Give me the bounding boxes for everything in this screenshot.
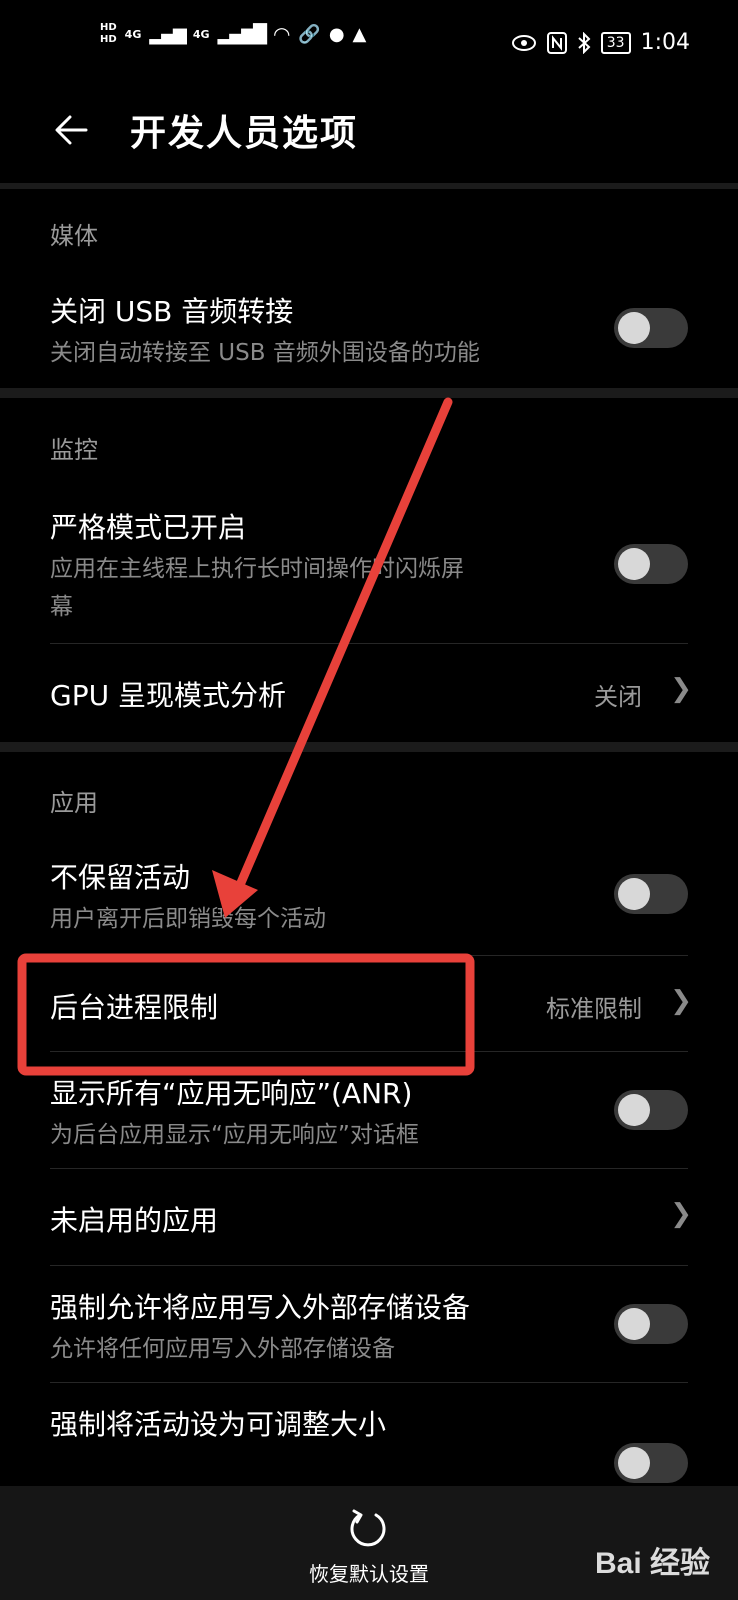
force-external-title: 强制允许将应用写入外部存储设备 — [50, 1291, 471, 1324]
anr-subtitle: 为后台应用显示“应用无响应”对话框 — [50, 1122, 419, 1148]
chevron-right-icon: ❯ — [670, 674, 692, 704]
setting-row-usb-audio[interactable]: 关闭 USB 音频转接 关闭自动转接至 USB 音频外围设备的功能 — [0, 260, 738, 385]
eye-icon — [511, 34, 536, 51]
arrow-left-icon[interactable] — [50, 108, 94, 152]
setting-row-force-external[interactable]: 强制允许将应用写入外部存储设备 允许将任何应用写入外部存储设备 — [0, 1266, 738, 1382]
section-divider — [0, 742, 738, 752]
bg-limit-value: 标准限制 — [546, 995, 642, 1023]
section-divider — [0, 388, 738, 398]
hd-indicator: HD HD — [100, 22, 117, 45]
dont-keep-toggle[interactable] — [614, 874, 688, 914]
baidu-watermark: Bai 经验 — [594, 1547, 710, 1580]
clock: 1:04 — [640, 30, 690, 55]
strict-mode-subtitle: 应用在主线程上执行长时间操作时闪烁屏 — [50, 556, 464, 582]
bluetooth-icon — [578, 31, 591, 54]
dont-keep-subtitle: 用户离开后即销毁每个活动 — [50, 906, 326, 932]
battery-icon: 33 — [600, 31, 631, 54]
setting-row-anr[interactable]: 显示所有“应用无响应”(ANR) 为后台应用显示“应用无响应”对话框 — [0, 1052, 738, 1168]
signal-icon: ▂▄▆ — [149, 23, 187, 45]
status-bar-left: HD HD 4G ▂▄▆ 4G ▂▄▆█ ◠ 🔗 ● ▲ — [100, 22, 366, 46]
setting-row-resizable[interactable]: 强制将活动设为可调整大小 — [0, 1383, 738, 1486]
force-external-subtitle: 允许将任何应用写入外部存储设备 — [50, 1336, 395, 1362]
gpu-title: GPU 呈现模式分析 — [50, 679, 286, 712]
strict-mode-subtitle-cont: 幕 — [50, 594, 73, 620]
status-bar-right: 33 1:04 — [511, 30, 690, 55]
chevron-right-icon: ❯ — [670, 1199, 692, 1229]
network-4g-label-2: 4G — [192, 27, 210, 41]
dont-keep-title: 不保留活动 — [50, 861, 191, 894]
force-external-toggle[interactable] — [614, 1304, 688, 1344]
strict-mode-title: 严格模式已开启 — [50, 511, 247, 544]
refresh-icon[interactable] — [346, 1506, 390, 1550]
usb-audio-subtitle: 关闭自动转接至 USB 音频外围设备的功能 — [50, 340, 480, 366]
wifi-icon: ◠ — [272, 22, 291, 46]
nfc-icon — [546, 31, 567, 54]
wechat-icon: ● — [328, 23, 345, 45]
setting-row-strict-mode[interactable]: 严格模式已开启 应用在主线程上执行长时间操作时闪烁屏 幕 — [0, 490, 738, 640]
usb-audio-toggle[interactable] — [614, 308, 688, 348]
anr-toggle[interactable] — [614, 1090, 688, 1130]
network-4g-label: 4G — [124, 27, 142, 41]
setting-row-bg-limit[interactable]: 后台进程限制 标准限制 ❯ — [0, 956, 738, 1051]
inactive-apps-title: 未启用的应用 — [50, 1204, 219, 1237]
usb-audio-title: 关闭 USB 音频转接 — [50, 295, 294, 328]
gpu-value: 关闭 — [594, 683, 642, 711]
setting-row-dont-keep[interactable]: 不保留活动 用户离开后即销毁每个活动 — [0, 840, 738, 955]
resizable-toggle[interactable] — [614, 1443, 688, 1483]
header-divider — [0, 183, 738, 189]
section-label-media: 媒体 — [50, 222, 98, 250]
setting-row-gpu[interactable]: GPU 呈现模式分析 关闭 ❯ — [0, 644, 738, 739]
qq-icon: ▲ — [352, 23, 367, 45]
chevron-right-icon: ❯ — [670, 986, 692, 1016]
resizable-title: 强制将活动设为可调整大小 — [50, 1408, 387, 1441]
link-icon: 🔗 — [298, 23, 321, 45]
anr-title: 显示所有“应用无响应”(ANR) — [50, 1077, 413, 1110]
signal-icon-2: ▂▄▆█ — [217, 23, 267, 45]
section-label-monitor: 监控 — [50, 436, 98, 464]
strict-mode-toggle[interactable] — [614, 544, 688, 584]
setting-row-inactive-apps[interactable]: 未启用的应用 ❯ — [0, 1169, 738, 1265]
bg-limit-title: 后台进程限制 — [50, 991, 219, 1024]
section-label-apps: 应用 — [50, 789, 98, 817]
page-title: 开发人员选项 — [130, 113, 359, 154]
